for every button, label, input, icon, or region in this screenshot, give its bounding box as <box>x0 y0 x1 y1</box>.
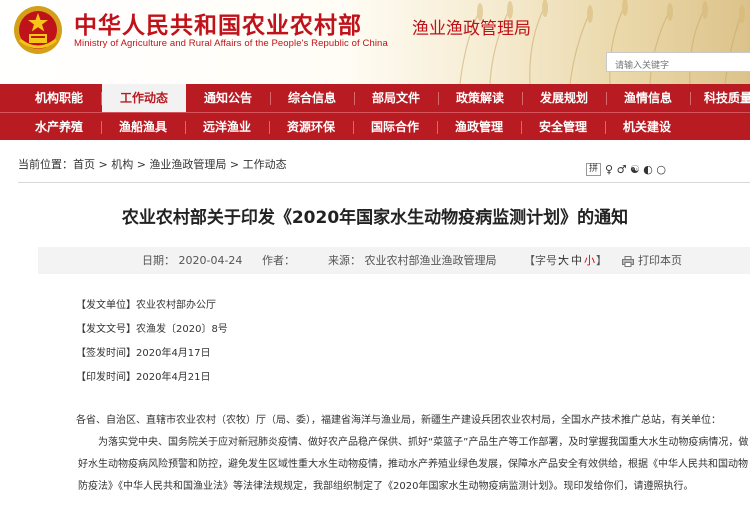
nav-item-general-info[interactable]: 综合信息 <box>270 84 354 112</box>
bureau-name[interactable]: 渔业渔政管理局 <box>412 14 531 39</box>
site-title[interactable]: 中华人民共和国农业农村部 <box>74 6 362 40</box>
breadcrumb-separator: > <box>95 158 112 171</box>
pinyin-toggle[interactable]: 拼 <box>586 163 602 176</box>
search-box[interactable] <box>606 52 750 75</box>
nav-item-notices[interactable]: 通知公告 <box>186 84 270 112</box>
nav-item-policy-interpretation[interactable]: 政策解读 <box>438 84 522 112</box>
printer-icon <box>622 255 634 267</box>
nav-item-development-plan[interactable]: 发展规划 <box>522 84 606 112</box>
accessibility-icons[interactable]: ♀ ♂ ☯ ◐ ○ <box>605 163 666 176</box>
article-meta-bar: 日期： 2020-04-24 作者： 来源： 农业农村部渔业渔政管理局 【字号：… <box>38 247 750 274</box>
article-source: 来源： 农业农村部渔业渔政管理局 <box>328 254 497 267</box>
breadcrumb-separator: > <box>226 158 243 171</box>
national-emblem-icon <box>14 6 62 54</box>
font-size-small-button[interactable]: 小 <box>584 247 595 274</box>
print-page-button[interactable]: 打印本页 <box>622 247 682 274</box>
info-issuing-unit: 【发文单位】农业农村部办公厅 <box>76 300 216 311</box>
divider <box>18 182 750 183</box>
body-paragraph: 为落实党中央、国务院关于应对新冠肺炎疫情、做好农产品稳产保供、抓好“菜篮子”产品… <box>78 437 749 492</box>
nav-item-fishing-vessels[interactable]: 渔船渔具 <box>101 113 185 141</box>
breadcrumb-home[interactable]: 首页 <box>73 158 95 171</box>
article-date: 日期： 2020-04-24 <box>142 254 243 267</box>
breadcrumb-separator: > <box>133 158 150 171</box>
nav-row-1: 机构职能 工作动态 通知公告 综合信息 部局文件 政策解读 发展规划 渔情信息 … <box>0 84 750 112</box>
font-size-large-button[interactable]: 大 <box>558 247 569 274</box>
breadcrumb-label: 当前位置： <box>18 158 73 171</box>
main-nav: 机构职能 工作动态 通知公告 综合信息 部局文件 政策解读 发展规划 渔情信息 … <box>0 84 750 140</box>
font-size-bracket: 】 <box>596 254 607 267</box>
info-document-number: 【发文文号】农渔发〔2020〕8号 <box>76 324 228 335</box>
nav-item-agency-building[interactable]: 机关建设 <box>605 113 689 141</box>
nav-item-distant-water[interactable]: 远洋渔业 <box>185 113 269 141</box>
nav-item-aquaculture[interactable]: 水产养殖 <box>17 113 101 141</box>
nav-item-work-news[interactable]: 工作动态 <box>102 84 186 112</box>
salutation: 各省、自治区、直辖市农业农村（农牧）厅（局、委），福建省海洋与渔业局，新疆生产建… <box>76 415 721 426</box>
nav-item-resource-protection[interactable]: 资源环保 <box>269 113 353 141</box>
print-page-label: 打印本页 <box>638 254 682 267</box>
nav-item-safety[interactable]: 安全管理 <box>521 113 605 141</box>
search-input[interactable] <box>607 57 750 75</box>
nav-item-science-quality[interactable]: 科技质量 <box>690 84 750 112</box>
article-title: 农业农村部关于印发《2020年国家水生动物疫病监测计划》的通知 <box>121 208 629 228</box>
breadcrumb-agency[interactable]: 机构 <box>111 158 133 171</box>
breadcrumb-work-news[interactable]: 工作动态 <box>243 158 287 171</box>
breadcrumb: 当前位置：首页 > 机构 > 渔业渔政管理局 > 工作动态 <box>18 156 287 172</box>
nav-item-fishery-info[interactable]: 渔情信息 <box>606 84 690 112</box>
breadcrumb-bureau[interactable]: 渔业渔政管理局 <box>149 158 226 171</box>
font-size-medium-button[interactable]: 中 <box>571 247 582 274</box>
accessibility-toolbar: 拼 ♀ ♂ ☯ ◐ ○ <box>586 162 666 177</box>
nav-item-bureau-docs[interactable]: 部局文件 <box>354 84 438 112</box>
nav-item-fishery-admin[interactable]: 渔政管理 <box>437 113 521 141</box>
site-subtitle: Ministry of Agriculture and Rural Affair… <box>74 38 388 49</box>
nav-row-2: 水产养殖 渔船渔具 远洋渔业 资源环保 国际合作 渔政管理 安全管理 机关建设 <box>0 112 750 140</box>
info-signed-date: 【签发时间】2020年4月17日 <box>76 348 211 359</box>
nav-item-international[interactable]: 国际合作 <box>353 113 437 141</box>
article-author: 作者： <box>262 254 295 267</box>
nav-item-org-functions[interactable]: 机构职能 <box>17 84 101 112</box>
site-header: 中华人民共和国农业农村部 Ministry of Agriculture and… <box>0 0 750 84</box>
info-printed-date: 【印发时间】2020年4月21日 <box>76 372 211 383</box>
